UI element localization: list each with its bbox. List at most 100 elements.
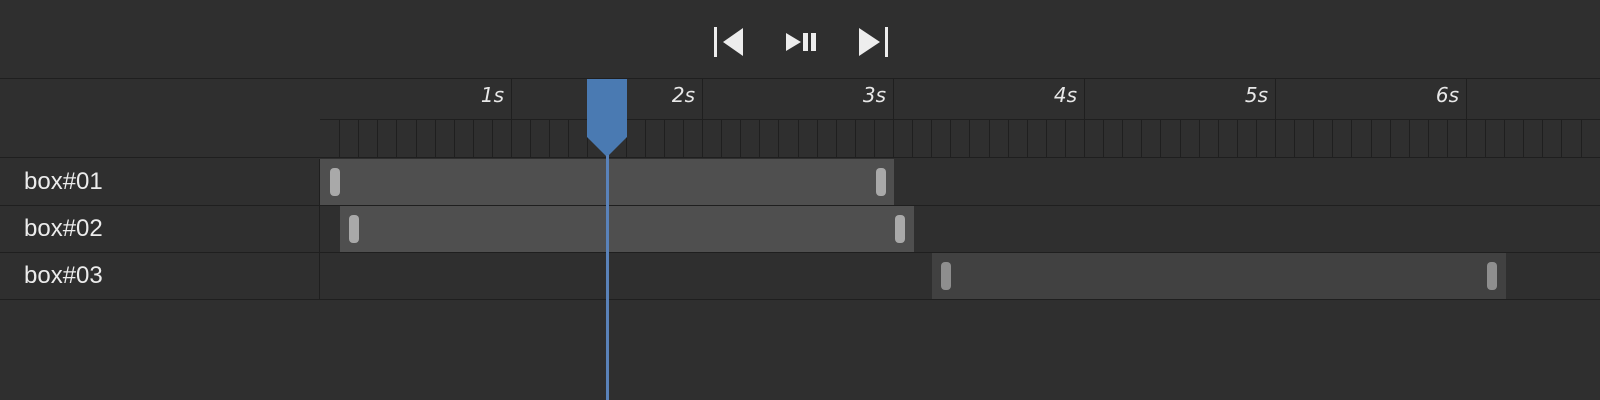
time-ruler[interactable]: 1s 2s 3s 4s 5s 6s bbox=[0, 78, 1600, 159]
ruler-ticks bbox=[320, 119, 1600, 157]
ruler-tick bbox=[1504, 120, 1505, 157]
clip-start-handle[interactable] bbox=[941, 262, 951, 290]
track-lane[interactable] bbox=[320, 159, 1600, 205]
ruler-tick bbox=[1409, 120, 1410, 157]
ruler-tick bbox=[473, 120, 474, 157]
ruler-tick bbox=[416, 120, 417, 157]
ruler-tick bbox=[931, 120, 932, 157]
ruler-tick bbox=[454, 120, 455, 157]
ruler-tick bbox=[893, 120, 894, 157]
ruler-tick bbox=[1428, 120, 1429, 157]
ruler-tick bbox=[511, 120, 512, 157]
skip-to-start-button[interactable] bbox=[712, 24, 748, 60]
ruler-label-5s: 5s bbox=[1244, 83, 1268, 107]
ruler-tick bbox=[568, 120, 569, 157]
ruler-tick bbox=[1371, 120, 1372, 157]
ruler-tick bbox=[798, 120, 799, 157]
ruler-tick bbox=[817, 120, 818, 157]
ruler-label-1s: 1s bbox=[480, 83, 504, 107]
clip-start-handle[interactable] bbox=[330, 168, 340, 196]
ruler-tick bbox=[1275, 120, 1276, 157]
ruler-label-3s: 3s bbox=[862, 83, 886, 107]
play-pause-button[interactable] bbox=[784, 24, 820, 60]
ruler-tick bbox=[874, 120, 875, 157]
ruler-tick bbox=[1542, 120, 1543, 157]
track-row: box#01 bbox=[0, 159, 1600, 206]
clip-end-handle[interactable] bbox=[876, 168, 886, 196]
ruler-tick bbox=[339, 120, 340, 157]
ruler-tick bbox=[683, 120, 684, 157]
ruler-tick bbox=[1218, 120, 1219, 157]
playhead[interactable] bbox=[587, 79, 627, 400]
ruler-tick bbox=[1084, 120, 1085, 157]
ruler-label-4s: 4s bbox=[1053, 83, 1077, 107]
ruler-tick bbox=[1180, 120, 1181, 157]
ruler-tick bbox=[989, 120, 990, 157]
clip-start-handle[interactable] bbox=[349, 215, 359, 243]
ruler-label-2s: 2s bbox=[671, 83, 695, 107]
ruler-second-7 bbox=[1466, 79, 1600, 119]
ruler-tick bbox=[1351, 120, 1352, 157]
track-row: box#03 bbox=[0, 253, 1600, 300]
ruler-tick bbox=[492, 120, 493, 157]
ruler-tick bbox=[1313, 120, 1314, 157]
ruler-tick bbox=[1065, 120, 1066, 157]
ruler-second-3: 3s bbox=[702, 79, 894, 119]
playhead-line bbox=[606, 155, 609, 400]
track-lane[interactable] bbox=[320, 253, 1600, 299]
ruler-tick bbox=[1256, 120, 1257, 157]
play-pause-icon bbox=[786, 33, 816, 51]
ruler-corner bbox=[0, 78, 320, 158]
ruler-second-4: 4s bbox=[893, 79, 1085, 119]
playhead-marker-icon[interactable] bbox=[587, 79, 627, 159]
clip-end-handle[interactable] bbox=[1487, 262, 1497, 290]
ruler-label-6s: 6s bbox=[1435, 83, 1459, 107]
ruler-tick bbox=[358, 120, 359, 157]
track-lane[interactable] bbox=[320, 206, 1600, 252]
ruler-tick bbox=[530, 120, 531, 157]
ruler-tick bbox=[1447, 120, 1448, 157]
ruler-tick bbox=[950, 120, 951, 157]
ruler-tick bbox=[702, 120, 703, 157]
track-row: box#02 bbox=[0, 206, 1600, 253]
ruler-tick bbox=[1141, 120, 1142, 157]
ruler-tick bbox=[912, 120, 913, 157]
ruler-tick bbox=[396, 120, 397, 157]
ruler-second-6: 6s bbox=[1275, 79, 1467, 119]
ruler-tick bbox=[645, 120, 646, 157]
ruler-tick bbox=[377, 120, 378, 157]
ruler-tick bbox=[1390, 120, 1391, 157]
track-label[interactable]: box#01 bbox=[0, 159, 320, 205]
skip-forward-icon bbox=[859, 27, 888, 57]
ruler-tick bbox=[1332, 120, 1333, 157]
ruler-tick bbox=[1103, 120, 1104, 157]
ruler-tick bbox=[1485, 120, 1486, 157]
ruler-area[interactable]: 1s 2s 3s 4s 5s 6s bbox=[320, 78, 1600, 158]
ruler-tick bbox=[1008, 120, 1009, 157]
ruler-tick bbox=[1237, 120, 1238, 157]
ruler-tick bbox=[1199, 120, 1200, 157]
ruler-tick bbox=[969, 120, 970, 157]
ruler-tick bbox=[1561, 120, 1562, 157]
ruler-tick bbox=[778, 120, 779, 157]
clip-block[interactable] bbox=[340, 206, 914, 252]
timeline-editor: 1s 2s 3s 4s 5s 6s box#01 box#02 box#03 bbox=[0, 0, 1600, 400]
clip-block[interactable] bbox=[932, 253, 1506, 299]
clip-end-handle[interactable] bbox=[895, 215, 905, 243]
skip-back-icon bbox=[714, 27, 743, 57]
ruler-tick bbox=[435, 120, 436, 157]
ruler-tick bbox=[1581, 120, 1582, 157]
ruler-tick bbox=[855, 120, 856, 157]
ruler-tick bbox=[1122, 120, 1123, 157]
track-label[interactable]: box#03 bbox=[0, 253, 320, 299]
track-label[interactable]: box#02 bbox=[0, 206, 320, 252]
ruler-second-1: 1s bbox=[320, 79, 512, 119]
ruler-second-5: 5s bbox=[1084, 79, 1276, 119]
ruler-tick bbox=[1027, 120, 1028, 157]
ruler-tick bbox=[549, 120, 550, 157]
ruler-tick bbox=[740, 120, 741, 157]
ruler-tick bbox=[664, 120, 665, 157]
skip-to-end-button[interactable] bbox=[856, 24, 892, 60]
ruler-tick bbox=[1294, 120, 1295, 157]
ruler-tick bbox=[1046, 120, 1047, 157]
